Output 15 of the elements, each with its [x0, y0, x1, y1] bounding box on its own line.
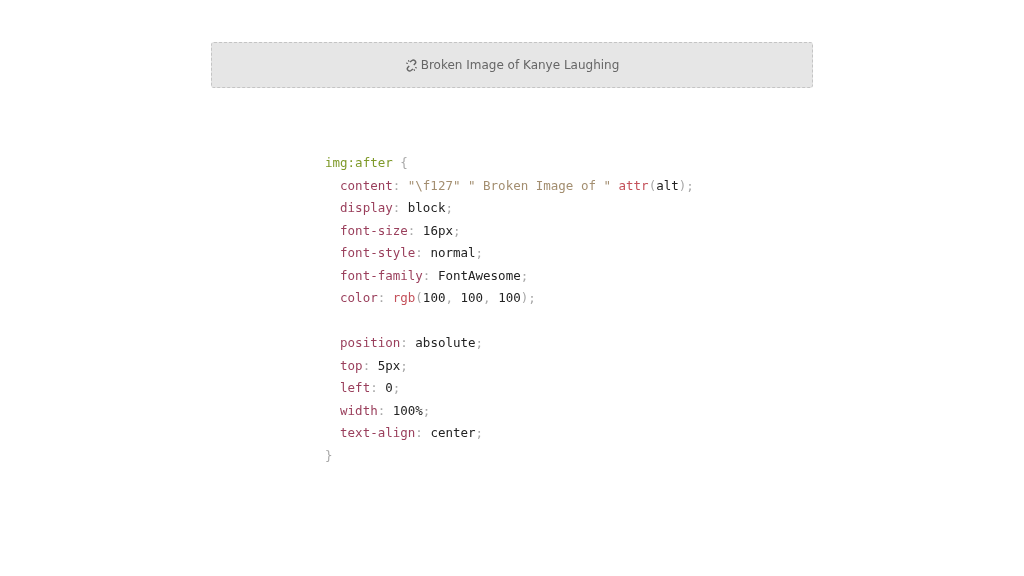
alt-text: Broken Image of Kanye Laughing: [420, 58, 620, 72]
code-line: left: 0;: [339, 379, 401, 397]
code-line: top: 5px;: [339, 356, 408, 375]
broken-link-icon: [404, 58, 418, 72]
code-line: font-style: normal;: [339, 244, 484, 262]
code-line: font-family: FontAwesome;: [339, 266, 529, 285]
code-line: img:after {: [325, 154, 408, 172]
code-line: content: "\f127" " Broken Image of " attr(alt);: [339, 176, 694, 195]
code-line: font-size: 16px;: [339, 221, 461, 240]
code-line: }: [325, 446, 333, 465]
code-line: display: block;: [339, 199, 453, 217]
code-line: text-align: center;: [339, 424, 484, 442]
code-line: width: 100%;: [339, 401, 431, 420]
code-line: color: rgb(100, 100, 100);: [339, 289, 536, 307]
code-line: position: absolute;: [339, 334, 484, 352]
